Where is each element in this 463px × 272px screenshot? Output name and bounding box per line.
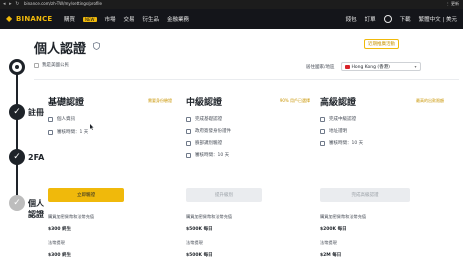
feature-item: 審核時間：1 天 [57,130,89,135]
feature-item: 個人資訊 [57,117,75,122]
nav-wallet[interactable]: 錢包 [346,15,357,23]
limit-label: 購買加密貨幣和法幣充值 [48,214,95,219]
check-icon: ✓ [9,104,25,120]
limit-label: 購買加密貨幣和法幣充值 [320,214,367,219]
verify-now-button[interactable]: 立即驗證 [48,188,124,202]
feature-item: 政府簽發身份證件 [195,129,231,134]
check-icon [186,116,191,122]
step-2fa: 2FA [28,153,45,162]
withdraw-label: 法幣提現 [48,240,65,245]
clock-icon [320,140,325,146]
limit-value: $500K 每日 [186,253,213,258]
logo-text: BINANCE [16,15,53,23]
basic-verification-card: 基礎認證 需要身份驗證 個人資訊 審核時間：1 天 立即驗證 購買加密貨幣和法幣… [48,92,172,272]
timeline-start-node [9,59,25,75]
nav-markets[interactable]: 市場 [105,15,116,23]
mouse-cursor-icon [90,124,94,130]
check-icon: ✓ [9,195,25,211]
advanced-verification-card: 高級認證 最高的出款限額 完成中級認證 地址證明 審核時間：10 天 完成高級認… [320,92,444,272]
nav-trade[interactable]: 交易 [124,15,135,23]
user-icon[interactable] [383,15,392,23]
limit-value: $300 終生 [48,253,72,258]
limit-label: 購買加密貨幣和法幣充值 [186,214,233,219]
nav-orders[interactable]: 訂單 [365,15,376,23]
card-tag: 最高的出款限額 [416,98,444,103]
binance-logo-icon: ◆ [6,14,13,23]
region-select[interactable]: Hong Kong (香港) ▾ [340,62,421,71]
upgrade-button[interactable]: 提升級別 [186,188,262,202]
region-value: Hong Kong (香港) [351,64,390,70]
hk-flag-icon [344,64,350,69]
nav-finance[interactable]: 金融業務 [167,15,189,23]
feature-item: 地址證明 [329,129,347,134]
card-tag: 需要身份驗證 [148,98,172,103]
feature-item: 完成基礎認證 [195,117,222,122]
limit-value: $200K 每日 [320,227,347,232]
card-title: 高級認證 [320,98,357,108]
timeline-line [16,69,18,203]
feature-item: 審核時間：10 天 [329,141,364,146]
binance-logo[interactable]: ◆ BINANCE [6,14,52,24]
limit-value: $500K 每日 [186,227,213,232]
check-icon: ✓ [9,149,25,165]
promo-link[interactable]: 近期推廣活動 [364,39,399,49]
feature-item: 臉部識別驗證 [195,141,222,146]
feature-item: 完成中級認證 [329,117,356,122]
check-icon [320,116,325,122]
advanced-verify-button[interactable]: 完成高級認證 [320,188,410,202]
withdraw-label: 法幣提現 [186,240,203,245]
browser-nav-buttons[interactable]: ◂ ▸ ↻ [3,1,20,7]
limit-value: $300 終生 [48,227,72,232]
feature-item: 審核時間：10 天 [195,153,230,158]
chevron-down-icon: ▾ [414,64,417,69]
verification-timeline: ✓ 註冊 ✓ 2FA ✓ 個人認證 [0,55,50,272]
user-icon [48,116,53,122]
withdraw-label: 法幣提現 [320,240,337,245]
face-icon [186,140,191,146]
shield-icon [93,42,100,50]
browser-extensions[interactable]: ⋮ 更新 [446,1,459,7]
clock-icon [186,152,191,158]
top-navigation: ◆ BINANCE 購買 NEW 市場 交易 衍生品 金融業務 錢包 訂單 下載… [0,9,463,29]
step-identity: 個人認證 [28,199,44,219]
id-card-icon [186,128,191,134]
card-tag: 90% 用戶已選擇 [279,98,310,103]
intermediate-verification-card: 中級認證 90% 用戶已選擇 完成基礎認證 政府簽發身份證件 臉部識別驗證 審核… [186,92,310,272]
nav-download[interactable]: 下載 [400,15,411,23]
card-title: 基礎認證 [48,98,85,108]
limit-value: $2M 每日 [320,253,342,258]
address-bar[interactable]: binance.com/zh-TW/my/settings/profile [24,1,102,7]
nav-new-badge: NEW [83,16,97,22]
home-icon [320,128,325,134]
step-register: 註冊 [28,108,44,117]
nav-buy[interactable]: 購買 [64,15,75,23]
region-label: 居住國家/地區 [306,64,335,70]
nav-derivatives[interactable]: 衍生品 [143,15,160,23]
divider [34,79,459,80]
card-title: 中級認證 [186,98,223,108]
language-currency[interactable]: 繁體中文 | 美元 [419,15,457,23]
browser-toolbar: ◂ ▸ ↻ binance.com/zh-TW/my/settings/prof… [0,0,463,9]
clock-icon [48,129,53,135]
